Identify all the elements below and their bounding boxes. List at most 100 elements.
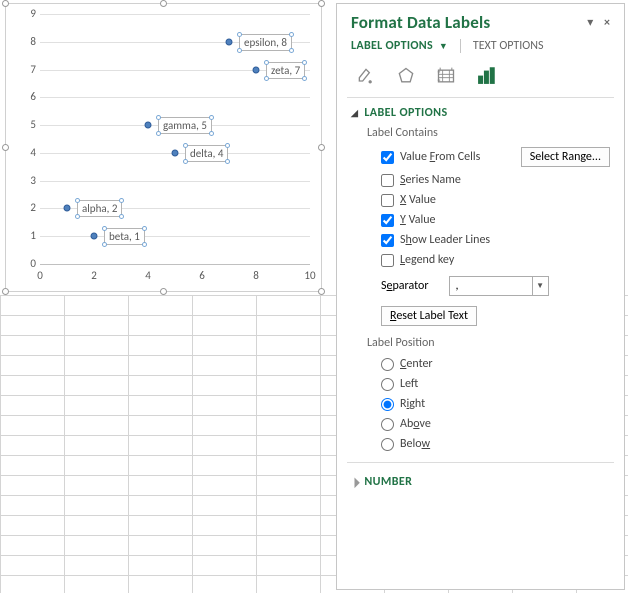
x-tick: 6 — [192, 269, 212, 282]
label-handle[interactable] — [75, 198, 80, 203]
section-label-options[interactable]: ◢ LABEL OPTIONS — [351, 106, 610, 120]
size-properties-icon[interactable] — [433, 65, 459, 87]
label-handle[interactable] — [225, 159, 230, 164]
select-range-button[interactable]: Select Range... — [521, 147, 610, 167]
chart-point[interactable] — [145, 122, 152, 129]
x-tick: 0 — [30, 269, 50, 282]
resize-handle[interactable] — [160, 0, 167, 7]
tab-text-options[interactable]: TEXT OPTIONS — [473, 39, 544, 53]
chart-data-label[interactable]: beta, 1 — [104, 228, 145, 245]
fill-line-icon[interactable] — [353, 65, 379, 87]
label-options-chart-icon[interactable] — [473, 65, 499, 87]
label-handle[interactable] — [102, 242, 107, 247]
label-handle[interactable] — [183, 143, 188, 148]
label-y-value[interactable]: Y Value — [400, 213, 436, 227]
y-tick: 1 — [24, 229, 36, 242]
section-number[interactable]: ◢ NUMBER — [351, 475, 610, 489]
chart-point[interactable] — [172, 149, 179, 156]
resize-handle[interactable] — [2, 288, 9, 295]
label-handle[interactable] — [209, 131, 214, 136]
label-left[interactable]: Left — [400, 377, 418, 391]
y-tick: 7 — [24, 63, 36, 76]
label-handle[interactable] — [225, 143, 230, 148]
expand-triangle-icon: ◢ — [348, 476, 361, 489]
y-tick: 4 — [24, 146, 36, 159]
label-legend-key[interactable]: Legend key — [400, 253, 454, 267]
separator-label: Separator — [381, 279, 429, 293]
label-x-value[interactable]: X Value — [400, 193, 436, 207]
separator-combo[interactable]: ▼ — [449, 276, 549, 296]
checkbox-y-value[interactable] — [381, 214, 394, 227]
label-handle[interactable] — [264, 60, 269, 65]
panel-options-dropdown-icon[interactable]: ▾ — [583, 15, 597, 30]
chart-point[interactable] — [253, 66, 260, 73]
label-handle[interactable] — [156, 131, 161, 136]
resize-handle[interactable] — [318, 0, 325, 7]
label-right[interactable]: Right — [400, 397, 425, 411]
chevron-down-icon[interactable]: ▼ — [532, 277, 548, 295]
chart-point[interactable] — [91, 233, 98, 240]
radio-above[interactable] — [381, 418, 394, 431]
chart-data-label[interactable]: delta, 4 — [185, 145, 228, 162]
chart-data-label[interactable]: epsilon, 8 — [239, 34, 292, 51]
checkbox-series-name[interactable] — [381, 174, 394, 187]
y-tick: 2 — [24, 201, 36, 214]
label-handle[interactable] — [289, 32, 294, 37]
resize-handle[interactable] — [2, 0, 9, 7]
chart-point[interactable] — [64, 205, 71, 212]
radio-left[interactable] — [381, 378, 394, 391]
label-handle[interactable] — [119, 198, 124, 203]
resize-handle[interactable] — [318, 288, 325, 295]
label-handle[interactable] — [237, 48, 242, 53]
label-below[interactable]: Below — [400, 437, 430, 451]
label-position-head: Label Position — [351, 330, 610, 354]
close-icon[interactable]: × — [600, 16, 614, 30]
label-handle[interactable] — [102, 226, 107, 231]
tab-label-options[interactable]: LABEL OPTIONS — [351, 39, 433, 53]
label-handle[interactable] — [302, 76, 307, 81]
checkbox-legend-key[interactable] — [381, 254, 394, 267]
label-series-name[interactable]: Series Name — [400, 173, 461, 187]
chart-data-label[interactable]: zeta, 7 — [266, 62, 305, 79]
checkbox-show-leader-lines[interactable] — [381, 234, 394, 247]
label-above[interactable]: Above — [400, 417, 431, 431]
plot-area[interactable]: alpha, 2 beta, 1 gamma, 5 delta, 4 epsilon, … — [40, 14, 310, 264]
label-show-leader[interactable]: Show Leader Lines — [400, 233, 490, 247]
radio-center[interactable] — [381, 358, 394, 371]
resize-handle[interactable] — [160, 288, 167, 295]
radio-right[interactable] — [381, 398, 394, 411]
label-handle[interactable] — [302, 60, 307, 65]
chart-point[interactable] — [226, 38, 233, 45]
label-handle[interactable] — [75, 214, 80, 219]
section-head-text: LABEL OPTIONS — [364, 106, 447, 120]
label-value-from-cells[interactable]: Value From Cells — [400, 150, 480, 164]
label-center[interactable]: Center — [400, 357, 433, 371]
label-handle[interactable] — [183, 159, 188, 164]
reset-label-text-button[interactable]: Reset Label Text — [381, 306, 477, 326]
chart-data-label[interactable]: alpha, 2 — [77, 200, 122, 217]
label-handle[interactable] — [119, 214, 124, 219]
x-axis — [40, 264, 310, 265]
y-tick: 5 — [24, 118, 36, 131]
checkbox-x-value[interactable] — [381, 194, 394, 207]
label-handle[interactable] — [156, 115, 161, 120]
radio-below[interactable] — [381, 438, 394, 451]
label-handle[interactable] — [209, 115, 214, 120]
resize-handle[interactable] — [2, 144, 9, 151]
chart-data-label[interactable]: gamma, 5 — [158, 117, 212, 134]
y-tick: 3 — [24, 174, 36, 187]
y-tick: 9 — [24, 7, 36, 20]
label-handle[interactable] — [264, 76, 269, 81]
label-handle[interactable] — [237, 32, 242, 37]
x-tick: 4 — [138, 269, 158, 282]
chart-container[interactable]: 0123456789 0246810 alpha, 2beta, 1gamma,… — [5, 3, 322, 292]
label-handle[interactable] — [289, 48, 294, 53]
label-handle[interactable] — [142, 242, 147, 247]
resize-handle[interactable] — [318, 144, 325, 151]
chevron-down-icon[interactable]: ▼ — [439, 41, 448, 52]
checkbox-value-from-cells[interactable] — [381, 151, 394, 164]
effects-icon[interactable] — [393, 65, 419, 87]
collapse-triangle-icon: ◢ — [351, 108, 358, 119]
label-handle[interactable] — [142, 226, 147, 231]
panel-title: Format Data Labels — [351, 12, 490, 33]
